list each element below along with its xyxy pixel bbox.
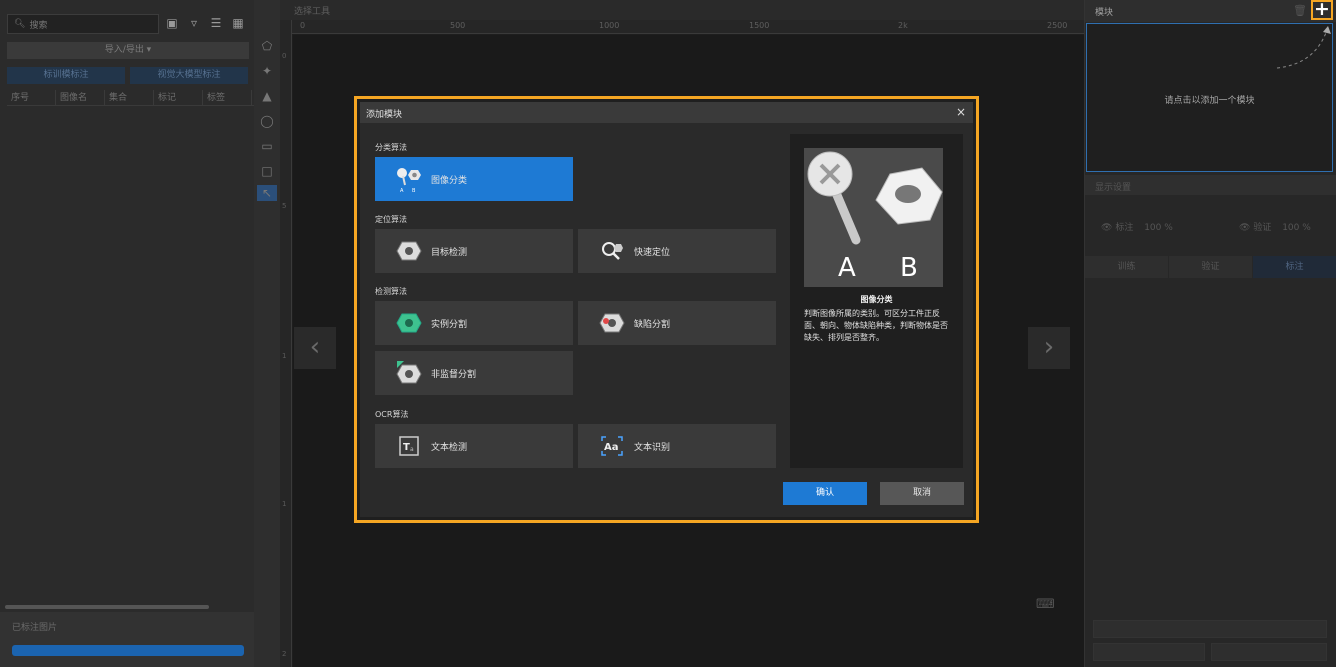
cancel-button[interactable]: 取消 (880, 482, 964, 505)
instance-segmentation-icon (395, 309, 423, 337)
dialog-title-bar: 添加模块 × (360, 102, 973, 123)
dialog-body: 添加模块 × 分类算法 定位算法 检测算法 OCR算法 A B 图像分类 目标检… (360, 102, 973, 517)
module-card-label: 实例分割 (431, 319, 468, 330)
module-card-unsupervised-segmentation[interactable]: 非监督分割 (375, 351, 573, 395)
unsupervised-segmentation-icon (395, 359, 423, 387)
image-classification-icon: A B (395, 165, 423, 193)
category-classification: 分类算法 (375, 143, 407, 152)
dialog-title: 添加模块 (366, 110, 403, 120)
svg-text:B: B (412, 188, 416, 193)
module-card-label: 非监督分割 (431, 369, 477, 380)
svg-text:A: A (400, 188, 404, 193)
text-recognition-icon: Aa (598, 432, 626, 460)
preview-module-name: 图像分类 (860, 295, 893, 304)
preview-letter-a: A (838, 253, 856, 283)
module-card-label: 目标检测 (431, 247, 468, 258)
module-card-label: 文本检测 (431, 442, 468, 453)
text-detection-icon: T a (395, 432, 423, 460)
object-detection-icon (395, 237, 423, 265)
module-card-image-classification[interactable]: A B 图像分类 (375, 157, 573, 201)
close-icon[interactable]: × (953, 104, 969, 120)
category-positioning: 定位算法 (375, 215, 407, 224)
category-ocr: OCR算法 (375, 410, 409, 419)
module-card-label: 图像分类 (431, 175, 468, 186)
module-card-fast-positioning[interactable]: 快速定位 (578, 229, 776, 273)
module-card-object-detection[interactable]: 目标检测 (375, 229, 573, 273)
module-card-defect-segmentation[interactable]: 缺陷分割 (578, 301, 776, 345)
defect-segmentation-icon (598, 309, 626, 337)
module-card-label: 快速定位 (634, 247, 671, 258)
confirm-button[interactable]: 确认 (783, 482, 867, 505)
module-card-text-recognition[interactable]: Aa 文本识别 (578, 424, 776, 468)
svg-text:T: T (403, 442, 410, 453)
add-module-dialog: 添加模块 × 分类算法 定位算法 检测算法 OCR算法 A B 图像分类 目标检… (354, 96, 979, 523)
svg-text:a: a (410, 446, 414, 453)
module-card-text-detection[interactable]: T a 文本检测 (375, 424, 573, 468)
module-card-instance-segmentation[interactable]: 实例分割 (375, 301, 573, 345)
module-card-label: 缺陷分割 (634, 319, 671, 330)
svg-text:Aa: Aa (604, 442, 619, 453)
module-card-label: 文本识别 (634, 442, 671, 453)
preview-module-description: 判断图像所属的类别。可区分工件正反面、朝向、物体缺陷种类，判断物体是否缺失、排列… (804, 309, 948, 342)
module-preview-image: A B (804, 148, 943, 287)
module-preview-panel: A B 图像分类 判断图像所属的类别。可区分工件正反面、朝向、物体缺陷种类，判断… (790, 134, 963, 468)
category-inspection: 检测算法 (375, 287, 407, 296)
fast-positioning-icon (598, 237, 626, 265)
preview-letter-b: B (900, 253, 918, 283)
